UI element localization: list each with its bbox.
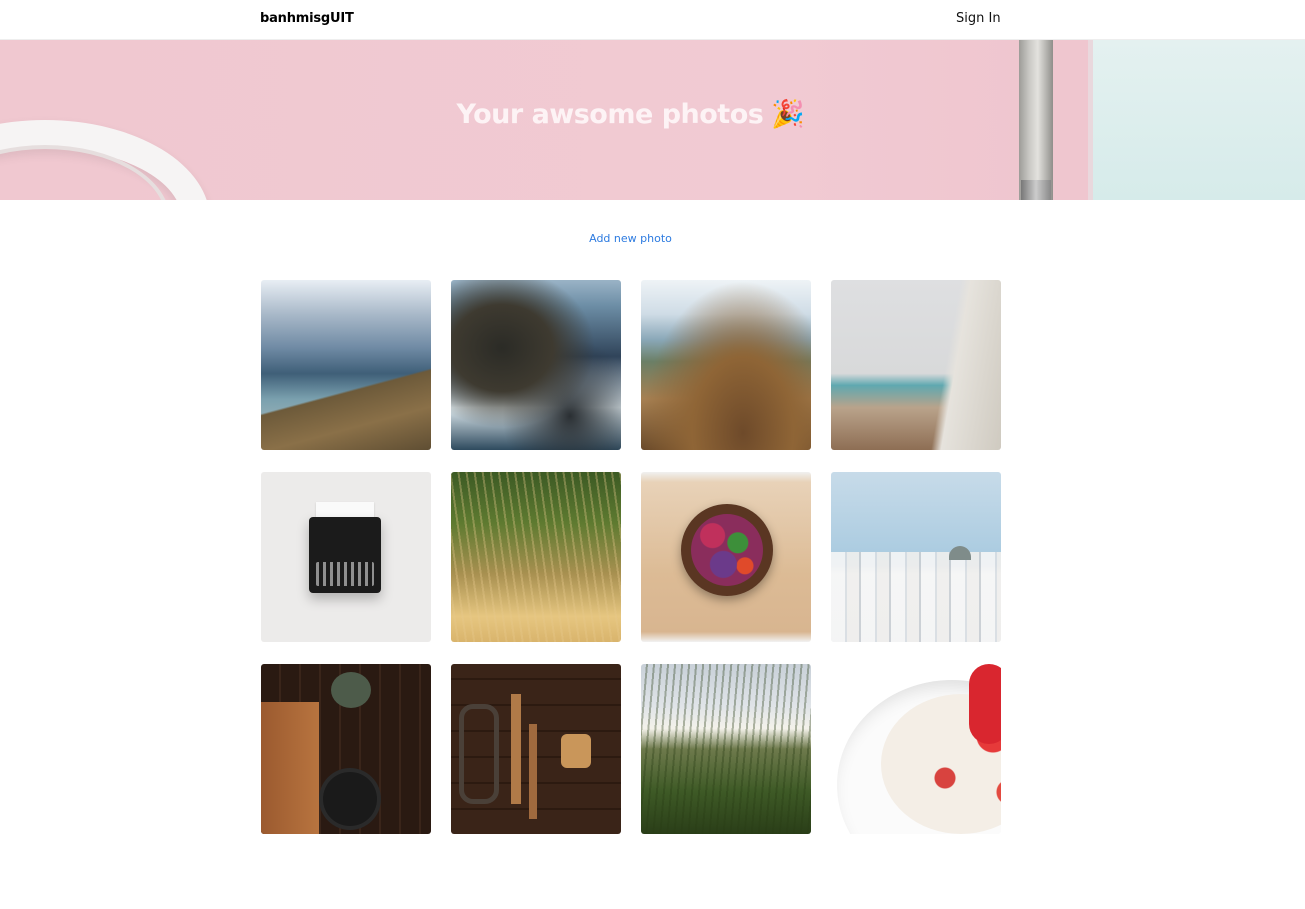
party-popper-icon: 🎉 — [771, 99, 805, 130]
photo-salad-bowl[interactable] — [641, 472, 811, 642]
photo-kitchen-flatlay[interactable] — [261, 664, 431, 834]
photo-dandelion-field[interactable] — [641, 664, 811, 834]
photo-typewriter[interactable] — [261, 472, 431, 642]
cutting-board — [261, 702, 319, 834]
salad-shape — [691, 514, 763, 586]
photo-mountain-ridge[interactable] — [641, 280, 811, 450]
strawberry — [969, 664, 1001, 744]
photo-white-village[interactable] — [831, 472, 1001, 642]
page-title-text: Your awsome photos — [456, 99, 764, 130]
photo-yogurt-strawberries[interactable] — [831, 664, 1001, 834]
photo-sea-cliffs[interactable] — [451, 280, 621, 450]
hero-banner: Your awsome photos 🎉 — [0, 40, 1305, 200]
hammer-handle — [529, 724, 537, 819]
axe-handle — [511, 694, 521, 804]
sign-in-link[interactable]: Sign In — [956, 11, 1001, 26]
photo-foggy-beach[interactable] — [831, 280, 1001, 450]
photo-mountain-lake[interactable] — [261, 280, 431, 450]
page-title: Your awsome photos 🎉 — [0, 98, 1261, 130]
work-glove — [561, 734, 591, 768]
typewriter-keys — [316, 562, 374, 586]
tongs-tool — [459, 704, 499, 804]
village-houses — [831, 552, 1001, 642]
brand-logo[interactable]: banhmisgUIT — [260, 11, 354, 26]
hero-pen-tip — [1021, 180, 1051, 200]
mortar-bowl — [331, 672, 371, 708]
navbar: banhmisgUIT Sign In — [0, 0, 1305, 40]
cast-iron-pan — [323, 772, 377, 826]
photo-grass-field[interactable] — [451, 472, 621, 642]
add-new-photo-link[interactable]: Add new photo — [0, 232, 1261, 245]
village-dome — [949, 546, 971, 560]
photo-gallery — [261, 280, 1001, 834]
photo-tools-flatlay[interactable] — [451, 664, 621, 834]
